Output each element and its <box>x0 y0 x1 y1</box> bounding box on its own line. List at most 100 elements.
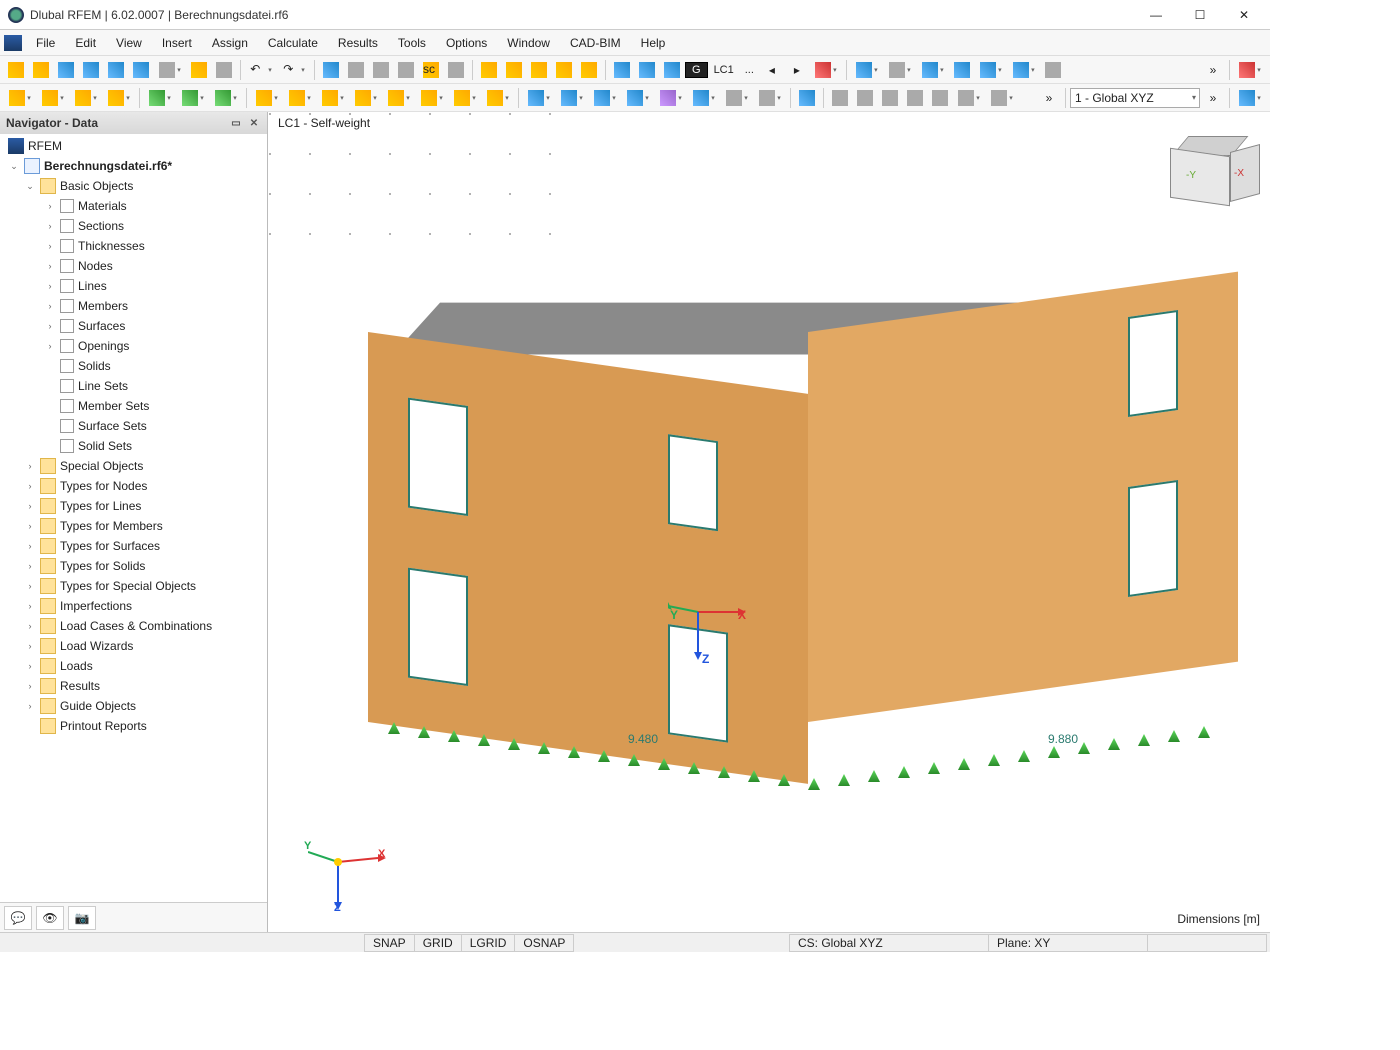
menu-window[interactable]: Window <box>497 32 560 54</box>
menu-file[interactable]: File <box>26 32 65 54</box>
tree-folder-types-for-lines[interactable]: › Types for Lines <box>0 496 267 516</box>
tree-item-surface-sets[interactable]: Surface Sets <box>0 416 267 436</box>
clear-button[interactable] <box>1234 58 1266 82</box>
tree-folder-types-for-special-objects[interactable]: › Types for Special Objects <box>0 576 267 596</box>
select3-button[interactable] <box>527 58 551 82</box>
chevron-right-icon[interactable]: › <box>44 201 56 211</box>
v7-button[interactable] <box>986 86 1018 110</box>
loadcase-name[interactable]: LC1 <box>709 63 739 77</box>
select4-button[interactable] <box>552 58 576 82</box>
ed4-button[interactable] <box>622 86 654 110</box>
3d-viewport[interactable]: LC1 - Self-weight 9.480 9.880 <box>268 112 1270 932</box>
tree-item-lines[interactable]: › Lines <box>0 276 267 296</box>
menu-cadbim[interactable]: CAD-BIM <box>560 32 631 54</box>
sup1-button[interactable] <box>144 86 176 110</box>
console-button[interactable] <box>394 58 418 82</box>
grid-button[interactable] <box>1234 86 1266 110</box>
chevron-right-icon[interactable]: › <box>24 701 36 711</box>
ld4-button[interactable] <box>350 86 382 110</box>
more3-button[interactable]: » <box>1201 86 1225 110</box>
minimize-button[interactable]: — <box>1142 5 1170 25</box>
chevron-right-icon[interactable]: › <box>44 281 56 291</box>
chevron-right-icon[interactable]: › <box>24 681 36 691</box>
support-symbol[interactable] <box>1048 746 1060 758</box>
cube-front[interactable] <box>1170 148 1230 206</box>
loadcase-dots[interactable]: ... <box>740 63 759 77</box>
script-button[interactable]: sc <box>419 58 443 82</box>
report-new-button[interactable] <box>187 58 211 82</box>
ed6-button[interactable] <box>688 86 720 110</box>
building-model[interactable] <box>368 272 1238 832</box>
display3-button[interactable] <box>917 58 949 82</box>
v3-button[interactable] <box>878 86 902 110</box>
tree-folder-imperfections[interactable]: › Imperfections <box>0 596 267 616</box>
display7-button[interactable] <box>1041 58 1065 82</box>
ed7-button[interactable] <box>721 86 753 110</box>
tree-item-member-sets[interactable]: Member Sets <box>0 396 267 416</box>
support-symbol[interactable] <box>898 766 910 778</box>
tree-item-openings[interactable]: › Openings <box>0 336 267 356</box>
axis-widget[interactable]: X Y Z <box>308 832 388 912</box>
menu-assign[interactable]: Assign <box>202 32 258 54</box>
block-button[interactable] <box>104 58 128 82</box>
menu-calculate[interactable]: Calculate <box>258 32 328 54</box>
coordinate-system-combo[interactable]: 1 - Global XYZ <box>1070 88 1200 108</box>
tree-item-surfaces[interactable]: › Surfaces <box>0 316 267 336</box>
tree-folder-load-cases-combinations[interactable]: › Load Cases & Combinations <box>0 616 267 636</box>
snap1-button[interactable] <box>610 58 634 82</box>
loadcase-category-pill[interactable]: G <box>685 62 708 78</box>
refresh-button[interactable] <box>54 58 78 82</box>
cloud-button[interactable] <box>79 58 103 82</box>
display5-button[interactable] <box>975 58 1007 82</box>
table1-button[interactable] <box>319 58 343 82</box>
tree-folder-types-for-surfaces[interactable]: › Types for Surfaces <box>0 536 267 556</box>
lc-prev-button[interactable]: ◂ <box>760 58 784 82</box>
app-menu-icon[interactable] <box>4 35 22 51</box>
tree-item-solid-sets[interactable]: Solid Sets <box>0 436 267 456</box>
chevron-right-icon[interactable]: › <box>44 321 56 331</box>
status-lgrid[interactable]: LGRID <box>461 934 516 952</box>
ld5-button[interactable] <box>383 86 415 110</box>
tree-item-nodes[interactable]: › Nodes <box>0 256 267 276</box>
v6-button[interactable] <box>953 86 985 110</box>
ld6-button[interactable] <box>416 86 448 110</box>
tree-file[interactable]: ⌄ Berechnungsdatei.rf6* <box>0 156 267 176</box>
select5-button[interactable] <box>577 58 601 82</box>
chevron-right-icon[interactable]: › <box>24 601 36 611</box>
menu-insert[interactable]: Insert <box>152 32 202 54</box>
lc-next-button[interactable]: ▸ <box>785 58 809 82</box>
support-symbol[interactable] <box>988 754 1000 766</box>
save-button[interactable] <box>129 58 153 82</box>
tree-item-sections[interactable]: › Sections <box>0 216 267 236</box>
tree-folder-special-objects[interactable]: › Special Objects <box>0 456 267 476</box>
table3-button[interactable] <box>369 58 393 82</box>
chevron-right-icon[interactable]: › <box>44 241 56 251</box>
window-opening[interactable] <box>1128 310 1178 417</box>
window-opening[interactable] <box>1128 480 1178 597</box>
ed5-button[interactable] <box>655 86 687 110</box>
status-grid[interactable]: GRID <box>414 934 462 952</box>
tree-item-line-sets[interactable]: Line Sets <box>0 376 267 396</box>
tree-folder-types-for-members[interactable]: › Types for Members <box>0 516 267 536</box>
line-new-button[interactable] <box>37 86 69 110</box>
chevron-right-icon[interactable]: › <box>44 341 56 351</box>
new-button[interactable] <box>4 58 28 82</box>
select-button[interactable] <box>477 58 501 82</box>
nav-tab-camera[interactable]: 📷 <box>68 906 96 930</box>
ed3-button[interactable] <box>589 86 621 110</box>
chevron-down-icon[interactable]: ⌄ <box>8 161 20 172</box>
support-symbol[interactable] <box>1138 734 1150 746</box>
support-symbol[interactable] <box>1018 750 1030 762</box>
chevron-right-icon[interactable]: › <box>24 501 36 511</box>
tree-folder-printout-reports[interactable]: Printout Reports <box>0 716 267 736</box>
table2-button[interactable] <box>344 58 368 82</box>
chevron-right-icon[interactable]: › <box>24 481 36 491</box>
select2-button[interactable] <box>502 58 526 82</box>
filter-button[interactable] <box>795 86 819 110</box>
support-symbol[interactable] <box>808 778 820 790</box>
chevron-right-icon[interactable]: › <box>44 261 56 271</box>
window-opening[interactable] <box>668 434 718 531</box>
status-osnap[interactable]: OSNAP <box>514 934 574 952</box>
support-symbol[interactable] <box>1168 730 1180 742</box>
snap3-button[interactable] <box>660 58 684 82</box>
